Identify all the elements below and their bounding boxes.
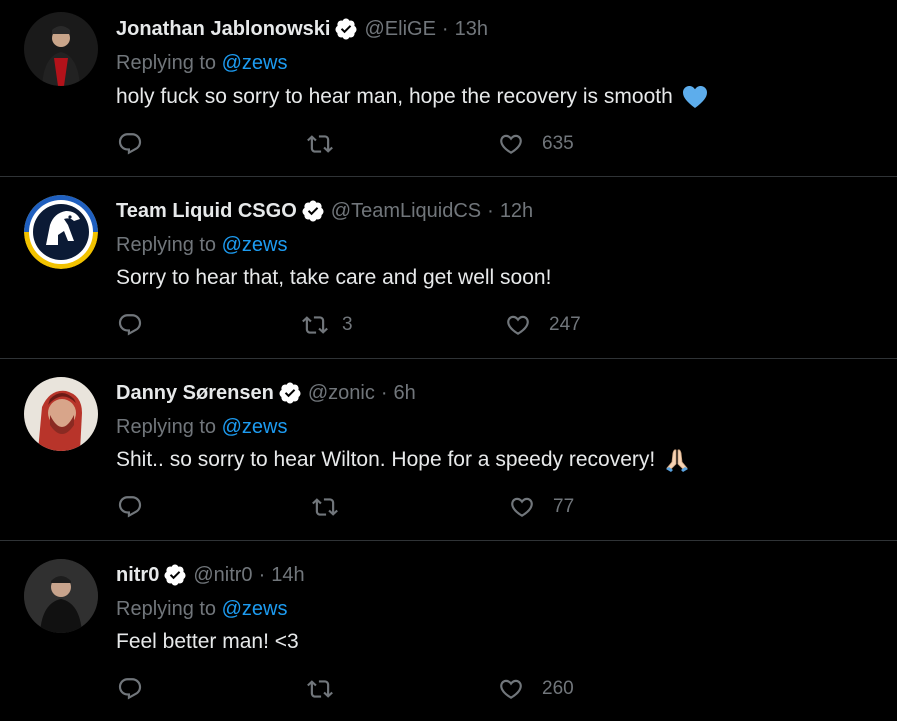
separator-dot: · bbox=[441, 18, 449, 40]
tweet-text: Feel better man! <3 bbox=[116, 629, 299, 655]
verified-badge-icon bbox=[278, 381, 302, 405]
avatar[interactable] bbox=[24, 12, 98, 86]
tweet[interactable]: Danny Sørensen @zonic · 6h Replying to @… bbox=[0, 359, 897, 541]
mention-link[interactable]: @zews bbox=[222, 234, 288, 256]
replying-to: Replying to @zews bbox=[116, 597, 288, 621]
reply-button[interactable] bbox=[117, 310, 161, 340]
like-button[interactable]: 77 bbox=[509, 492, 574, 522]
user-handle[interactable]: @EliGE bbox=[364, 17, 435, 41]
replying-to: Replying to @zews bbox=[116, 51, 288, 75]
replying-to-label: Replying to bbox=[116, 52, 222, 74]
display-name[interactable]: Team Liquid CSGO bbox=[116, 199, 297, 223]
tweet-body: Sorry to hear that, take care and get we… bbox=[116, 266, 552, 289]
mention-link[interactable]: @zews bbox=[222, 598, 288, 620]
mention-link[interactable]: @zews bbox=[222, 52, 288, 74]
reply-feed: Jonathan Jablonowski @EliGE · 13h Replyi… bbox=[0, 0, 897, 721]
tweet-body: Shit.. so sorry to hear Wilton. Hope for… bbox=[116, 448, 656, 471]
folded-hands-icon bbox=[663, 446, 691, 474]
tweet-header: Jonathan Jablonowski @EliGE · 13h bbox=[116, 17, 488, 41]
replying-to-label: Replying to bbox=[116, 416, 222, 438]
replying-to: Replying to @zews bbox=[116, 415, 288, 439]
replying-to: Replying to @zews bbox=[116, 233, 288, 257]
verified-badge-icon bbox=[301, 199, 325, 223]
blue-heart-icon bbox=[681, 83, 709, 111]
tweet-actions: 260 bbox=[0, 674, 897, 704]
retweet-icon bbox=[307, 131, 333, 157]
like-button[interactable]: 247 bbox=[505, 310, 581, 340]
tweet-header: Team Liquid CSGO @TeamLiquidCS · 12h bbox=[116, 199, 533, 223]
tweet-actions: 635 bbox=[0, 129, 897, 159]
tweet-actions: 3 247 bbox=[0, 310, 897, 340]
display-name[interactable]: Danny Sørensen bbox=[116, 381, 274, 405]
reply-icon bbox=[117, 131, 143, 157]
like-count: 635 bbox=[542, 133, 574, 154]
tweet-body: Feel better man! <3 bbox=[116, 630, 299, 653]
like-count: 77 bbox=[553, 496, 575, 517]
heart-icon bbox=[498, 131, 524, 157]
avatar[interactable] bbox=[24, 195, 98, 269]
like-count: 247 bbox=[549, 314, 581, 335]
tweet[interactable]: Team Liquid CSGO @TeamLiquidCS · 12h Rep… bbox=[0, 177, 897, 359]
user-handle[interactable]: @nitr0 bbox=[193, 563, 252, 587]
separator-dot: · bbox=[380, 382, 388, 404]
reply-button[interactable] bbox=[117, 674, 161, 704]
avatar[interactable] bbox=[24, 559, 98, 633]
user-handle[interactable]: @TeamLiquidCS bbox=[331, 199, 481, 223]
retweet-button[interactable] bbox=[312, 492, 352, 522]
reply-icon bbox=[117, 312, 143, 338]
retweet-button[interactable] bbox=[307, 129, 347, 159]
heart-icon bbox=[498, 676, 524, 702]
avatar[interactable] bbox=[24, 377, 98, 451]
timestamp[interactable]: 14h bbox=[271, 563, 304, 587]
retweet-icon bbox=[312, 494, 338, 520]
timestamp[interactable]: 6h bbox=[394, 381, 416, 405]
replying-to-label: Replying to bbox=[116, 598, 222, 620]
tweet-header: Danny Sørensen @zonic · 6h bbox=[116, 381, 416, 405]
mention-link[interactable]: @zews bbox=[222, 416, 288, 438]
display-name[interactable]: nitr0 bbox=[116, 563, 159, 587]
reply-button[interactable] bbox=[117, 492, 161, 522]
like-count: 260 bbox=[542, 678, 574, 699]
separator-dot: · bbox=[258, 564, 266, 586]
like-button[interactable]: 260 bbox=[498, 674, 574, 704]
retweet-button[interactable] bbox=[307, 674, 347, 704]
reply-icon bbox=[117, 494, 143, 520]
tweet-text: holy fuck so sorry to hear man, hope the… bbox=[116, 83, 709, 111]
retweet-count: 3 bbox=[342, 314, 353, 335]
separator-dot: · bbox=[487, 200, 494, 222]
tweet[interactable]: nitr0 @nitr0 · 14h Replying to @zews Fee… bbox=[0, 541, 897, 721]
tweet-body: holy fuck so sorry to hear man, hope the… bbox=[116, 85, 673, 108]
user-handle[interactable]: @zonic bbox=[308, 381, 375, 405]
verified-badge-icon bbox=[163, 563, 187, 587]
display-name[interactable]: Jonathan Jablonowski bbox=[116, 17, 330, 41]
heart-icon bbox=[509, 494, 535, 520]
tweet-actions: 77 bbox=[0, 492, 897, 522]
tweet-header: nitr0 @nitr0 · 14h bbox=[116, 563, 305, 587]
retweet-button[interactable]: 3 bbox=[302, 310, 353, 340]
verified-badge-icon bbox=[334, 17, 358, 41]
tweet[interactable]: Jonathan Jablonowski @EliGE · 13h Replyi… bbox=[0, 0, 897, 177]
timestamp[interactable]: 12h bbox=[500, 199, 533, 223]
like-button[interactable]: 635 bbox=[498, 129, 574, 159]
tweet-text: Sorry to hear that, take care and get we… bbox=[116, 265, 551, 291]
retweet-icon bbox=[307, 676, 333, 702]
tweet-text: Shit.. so sorry to hear Wilton. Hope for… bbox=[116, 446, 691, 474]
replying-to-label: Replying to bbox=[116, 234, 222, 256]
timestamp[interactable]: 13h bbox=[455, 17, 488, 41]
reply-icon bbox=[117, 676, 143, 702]
reply-button[interactable] bbox=[117, 129, 161, 159]
retweet-icon bbox=[302, 312, 328, 338]
heart-icon bbox=[505, 312, 531, 338]
